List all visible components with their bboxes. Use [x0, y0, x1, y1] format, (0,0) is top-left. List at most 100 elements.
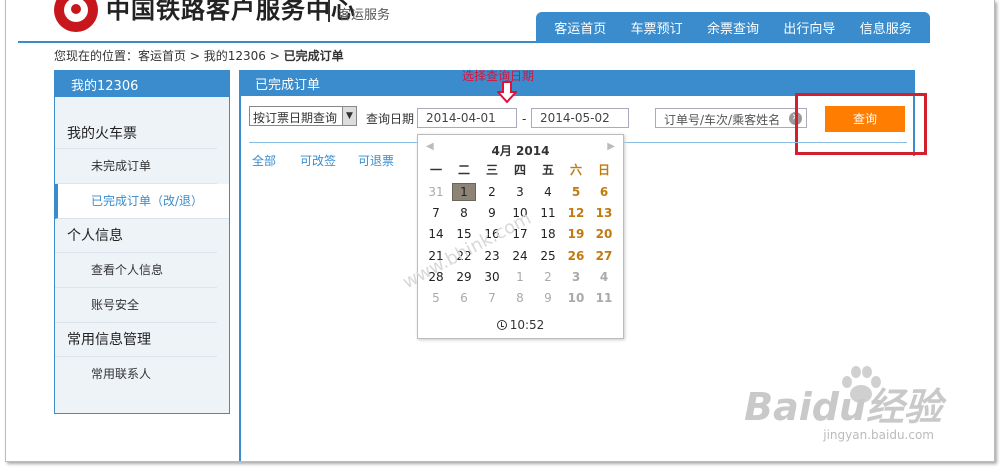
sidebar-group-personal: 个人信息 [55, 219, 217, 253]
calendar-day[interactable]: 27 [590, 245, 618, 266]
calendar-day-label: 5 [432, 291, 440, 306]
calendar-time[interactable]: 10:52 [418, 318, 623, 332]
calendar-day[interactable]: 10 [562, 287, 590, 308]
breadcrumb-mine[interactable]: 我的12306 [204, 49, 266, 63]
top-nav: 客运首页 车票预订 余票查询 出行向导 信息服务 [536, 12, 930, 42]
sidebar-item-view-info[interactable]: 查看个人信息 [55, 253, 217, 288]
watermark-brand: Baidu经验 [744, 385, 942, 429]
sidebar: 我的12306 我的火车票 未完成订单 已完成订单（改/退） 个人信息 查看个人… [54, 70, 230, 414]
calendar-day[interactable]: 6 [590, 181, 618, 202]
sidebar-title: 我的12306 [55, 71, 229, 97]
calendar-day-label: 10 [567, 291, 585, 306]
calendar-day[interactable]: 8 [506, 287, 534, 308]
calendar-day-label: 11 [540, 205, 556, 220]
filter-all[interactable]: 全部 [252, 152, 276, 169]
calendar-day-label: 9 [488, 205, 496, 220]
next-month-icon[interactable]: ▶ [607, 141, 615, 152]
calendar-day-label: 3 [571, 269, 581, 284]
breadcrumb-current: 已完成订单 [283, 49, 344, 63]
calendar-weekday: 六 [569, 163, 582, 177]
calendar-day-label: 8 [516, 291, 524, 306]
calendar-day-label: 18 [540, 227, 556, 242]
sidebar-item-account-security[interactable]: 账号安全 [55, 288, 217, 323]
calendar-day[interactable]: 4 [534, 181, 562, 202]
calendar-day[interactable]: 6 [450, 287, 478, 308]
calendar-day[interactable]: 9 [534, 287, 562, 308]
calendar-day[interactable]: 13 [590, 202, 618, 223]
calendar-day-label: 30 [484, 269, 500, 284]
calendar-day[interactable]: 24 [506, 245, 534, 266]
calendar-day[interactable]: 11 [590, 287, 618, 308]
calendar-day-label: 6 [599, 184, 609, 199]
calendar-month-title: 4月 2014 [491, 144, 550, 158]
calendar-day-label: 19 [567, 227, 585, 242]
nav-booking[interactable]: 车票预订 [631, 18, 683, 37]
calendar-day[interactable]: 7 [422, 202, 450, 223]
date-label: 查询日期 [366, 112, 415, 126]
nav-travel-guide[interactable]: 出行向导 [783, 18, 835, 37]
calendar-day-label: 9 [544, 291, 552, 306]
query-type-select[interactable]: 按订票日期查询 ▼ [249, 106, 357, 126]
calendar-day[interactable]: 7 [478, 287, 506, 308]
calendar-day[interactable]: 4 [590, 266, 618, 287]
calendar-weekday: 四 [513, 163, 526, 177]
calendar-day[interactable]: 12 [562, 202, 590, 223]
calendar-weekday: 日 [597, 163, 610, 177]
calendar-day[interactable]: 1 [506, 266, 534, 287]
query-type-value: 按订票日期查询 [253, 111, 338, 125]
filter-refundable[interactable]: 可退票 [358, 152, 394, 169]
calendar-day-label: 1 [452, 182, 476, 201]
calendar-day-label: 27 [595, 248, 613, 263]
date-from-input[interactable]: 2014-04-01 [417, 108, 517, 128]
nav-underline [18, 41, 930, 43]
sidebar-item-pending-orders[interactable]: 未完成订单 [55, 149, 217, 184]
calendar-day-label: 11 [595, 291, 613, 306]
calendar-day[interactable]: 25 [534, 245, 562, 266]
calendar-day[interactable]: 3 [506, 181, 534, 202]
breadcrumb-prefix: 您现在的位置： [54, 49, 139, 63]
date-picker: ◀ 4月 2014 ▶ 一二三四五六日 31 1 2 3 4 5 6 7 8 9 10 11 12 13 1… [417, 134, 624, 339]
calendar-day-label: 20 [595, 227, 613, 242]
calendar-day[interactable]: 5 [562, 181, 590, 202]
calendar-day-label: 2 [488, 184, 496, 199]
calendar-day[interactable]: 3 [562, 266, 590, 287]
calendar-day-label: 26 [567, 248, 585, 263]
sidebar-group-common: 常用信息管理 [55, 323, 217, 357]
panel-border [239, 96, 241, 461]
railway-logo-icon [54, 0, 98, 32]
calendar-day[interactable]: 5 [422, 287, 450, 308]
calendar-day[interactable]: 8 [450, 202, 478, 223]
dropdown-arrow-icon[interactable]: ▼ [342, 107, 356, 125]
calendar-day[interactable]: 18 [534, 224, 562, 245]
sidebar-item-completed-orders[interactable]: 已完成订单（改/退） [55, 184, 229, 219]
calendar-weekdays: 一二三四五六日 [418, 161, 623, 181]
date-range-dash: - [522, 112, 527, 126]
calendar-day[interactable]: 29 [450, 266, 478, 287]
calendar-day-label: 24 [512, 248, 528, 263]
sidebar-item-contacts[interactable]: 常用联系人 [55, 357, 217, 392]
calendar-day-label: 2 [544, 269, 552, 284]
calendar-day[interactable]: 31 [422, 181, 450, 202]
calendar-day[interactable]: 19 [562, 224, 590, 245]
calendar-day-selected[interactable]: 1 [450, 181, 478, 202]
date-to-input[interactable]: 2014-05-02 [531, 108, 629, 128]
nav-remaining-tickets[interactable]: 余票查询 [707, 18, 759, 37]
calendar-weekday: 一 [429, 163, 442, 177]
calendar-day[interactable]: 20 [590, 224, 618, 245]
calendar-day-label: 7 [488, 291, 496, 306]
watermark-url: jingyan.baidu.com [823, 428, 934, 442]
breadcrumb-home[interactable]: 客运首页 [138, 49, 186, 63]
calendar-time-value: 10:52 [509, 318, 545, 332]
title-divider [328, 0, 330, 22]
nav-info-service[interactable]: 信息服务 [860, 18, 912, 37]
calendar-day[interactable]: 11 [534, 202, 562, 223]
calendar-day[interactable]: 30 [478, 266, 506, 287]
calendar-day[interactable]: 2 [478, 181, 506, 202]
nav-home[interactable]: 客运首页 [554, 18, 606, 37]
calendar-day[interactable]: 14 [422, 224, 450, 245]
filter-changeable[interactable]: 可改签 [300, 152, 336, 169]
calendar-day[interactable]: 26 [562, 245, 590, 266]
date-picker-header: ◀ 4月 2014 ▶ [418, 135, 623, 161]
order-search-input[interactable]: 订单号/车次/乘客姓名 [655, 108, 807, 128]
calendar-day[interactable]: 2 [534, 266, 562, 287]
